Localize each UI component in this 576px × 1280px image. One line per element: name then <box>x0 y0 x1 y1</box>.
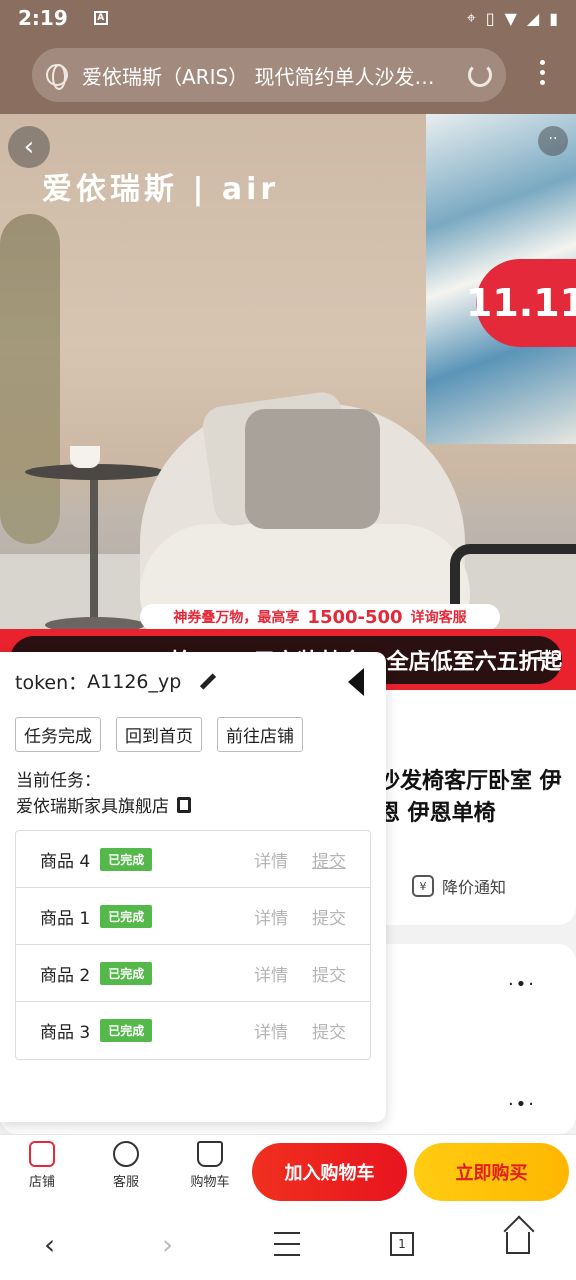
submit-link[interactable]: 提交 <box>312 1018 346 1043</box>
task-row: 商品 4 已完成 详情 提交 <box>16 831 370 888</box>
panel-actions: 任务完成 回到首页 前往店铺 <box>15 717 303 752</box>
browser-toolbar: 爱依瑞斯（ARIS） 现代简约单人沙发椅客厅卧室 <box>0 36 576 114</box>
current-shop: 爱依瑞斯家具旗舰店 <box>16 792 191 817</box>
task-row: 商品 2 已完成 详情 提交 <box>16 945 370 1002</box>
status-bar: 2:19 A ⌖ ▯ ▼ ◢ ▮ <box>0 0 576 36</box>
price-notify-label: 降价通知 <box>442 878 507 897</box>
carousel-pager: 1/6 <box>535 647 560 665</box>
url-bar[interactable]: 爱依瑞斯（ARIS） 现代简约单人沙发椅客厅卧室 <box>32 48 506 102</box>
signal-icon: ◢ <box>526 8 540 28</box>
brand-logo: 爱依瑞斯 | air <box>42 172 280 207</box>
status-badge: 已完成 <box>100 1019 153 1042</box>
task-name: 商品 4 <box>40 851 91 872</box>
location-icon: ⌖ <box>466 8 476 27</box>
add-to-cart-button[interactable]: 加入购物车 <box>252 1143 407 1201</box>
task-name: 商品 3 <box>40 1023 91 1043</box>
vibrate-icon: ▯ <box>485 8 495 28</box>
cart-label: 购物车 <box>190 1175 230 1190</box>
bottom-action-bar: 店铺 客服 购物车 加入购物车 立即购买 <box>0 1134 576 1208</box>
cup <box>70 446 100 468</box>
product-title: 沙发椅客厅卧室 伊恩 伊恩单椅 <box>378 769 562 826</box>
current-task-label: 当前任务： <box>16 771 101 791</box>
task-row: 商品 1 已完成 详情 提交 <box>16 888 370 945</box>
token-value: A1126_yp <box>87 670 182 693</box>
token-row: token： A1126_yp <box>15 668 215 695</box>
promo-amount: 1500-500 <box>307 606 403 628</box>
price-tag-icon: ¥ <box>412 875 434 897</box>
back-icon[interactable]: ‹ <box>8 126 50 168</box>
task-panel: token： A1126_yp 任务完成 回到首页 前往店铺 当前任务： 爱依瑞… <box>0 652 386 1122</box>
buy-now-button[interactable]: 立即购买 <box>414 1143 569 1201</box>
more-dots-icon[interactable]: ·•· <box>508 1094 536 1115</box>
submit-link[interactable]: 提交 <box>312 961 346 986</box>
pillow-grey <box>245 409 380 529</box>
submit-link[interactable]: 提交 <box>312 904 346 929</box>
side-table-leg <box>90 474 98 624</box>
task-name: 商品 2 <box>40 965 91 986</box>
detail-link[interactable]: 详情 <box>254 961 288 986</box>
status-badge: 已完成 <box>100 904 153 928</box>
wifi-icon: ▼ <box>504 8 517 28</box>
shop-icon <box>29 1141 55 1167</box>
globe-icon <box>46 64 68 90</box>
collapse-panel-icon[interactable] <box>348 668 364 696</box>
promo-suffix: 详询客服 <box>410 610 467 626</box>
task-complete-button[interactable]: 任务完成 <box>15 717 101 752</box>
copy-icon[interactable] <box>177 796 191 813</box>
menu-icon[interactable] <box>274 1232 300 1256</box>
browser-nav-bar: ‹ › 1 <box>0 1208 576 1280</box>
status-badge: 已完成 <box>100 847 153 871</box>
promo-strip: 神券叠万物，最高享 1500-500 详询客服 <box>140 604 500 630</box>
clock: 2:19 <box>18 6 68 30</box>
cart-icon <box>197 1141 223 1167</box>
detail-link[interactable]: 详情 <box>254 847 288 872</box>
edit-icon[interactable] <box>195 672 215 692</box>
service-label: 客服 <box>112 1175 139 1190</box>
home-icon[interactable] <box>506 1232 530 1254</box>
more-icon[interactable]: ·· <box>538 126 568 156</box>
back-home-button[interactable]: 回到首页 <box>116 717 202 752</box>
more-dots-icon[interactable]: ·•· <box>508 974 536 995</box>
detail-link[interactable]: 详情 <box>254 1018 288 1043</box>
chat-icon <box>113 1141 139 1167</box>
detail-link[interactable]: 详情 <box>254 904 288 929</box>
a-icon: A <box>93 11 108 25</box>
shop-label: 店铺 <box>28 1175 55 1190</box>
back-icon[interactable]: ‹ <box>44 1228 55 1261</box>
reload-icon[interactable] <box>468 63 492 87</box>
double-eleven-badge: 11.11 <box>466 259 576 347</box>
promo-prefix: 神券叠万物，最高享 <box>173 610 300 626</box>
shop-button[interactable]: 店铺 <box>12 1141 72 1190</box>
cart-button[interactable]: 购物车 <box>180 1141 240 1190</box>
go-to-shop-button[interactable]: 前往店铺 <box>217 717 303 752</box>
product-image-carousel[interactable]: 爱依瑞斯 | air 11.11 ‹ ·· 神券叠万物，最高享 1500-500… <box>0 114 576 690</box>
status-icons: ⌖ ▯ ▼ ◢ ▮ <box>467 8 558 28</box>
plant <box>0 214 60 544</box>
submit-link[interactable]: 提交 <box>312 847 346 872</box>
customer-service-button[interactable]: 客服 <box>96 1141 156 1190</box>
page-title: 爱依瑞斯（ARIS） 现代简约单人沙发椅客厅卧室 <box>82 64 452 89</box>
forward-icon[interactable]: › <box>162 1228 173 1261</box>
task-name: 商品 1 <box>40 908 91 929</box>
status-badge: 已完成 <box>100 961 153 985</box>
price-notify-button[interactable]: ¥ 降价通知 <box>412 874 506 898</box>
tabs-icon[interactable]: 1 <box>390 1232 414 1256</box>
battery-icon: ▮ <box>549 8 558 28</box>
token-label: token： <box>15 672 88 694</box>
browser-menu-icon[interactable] <box>540 60 546 85</box>
task-row: 商品 3 已完成 详情 提交 <box>16 1002 370 1059</box>
task-list: 商品 4 已完成 详情 提交 商品 1 已完成 详情 提交 商品 2 已完成 详… <box>15 830 371 1060</box>
current-shop-name: 爱依瑞斯家具旗舰店 <box>16 797 169 817</box>
